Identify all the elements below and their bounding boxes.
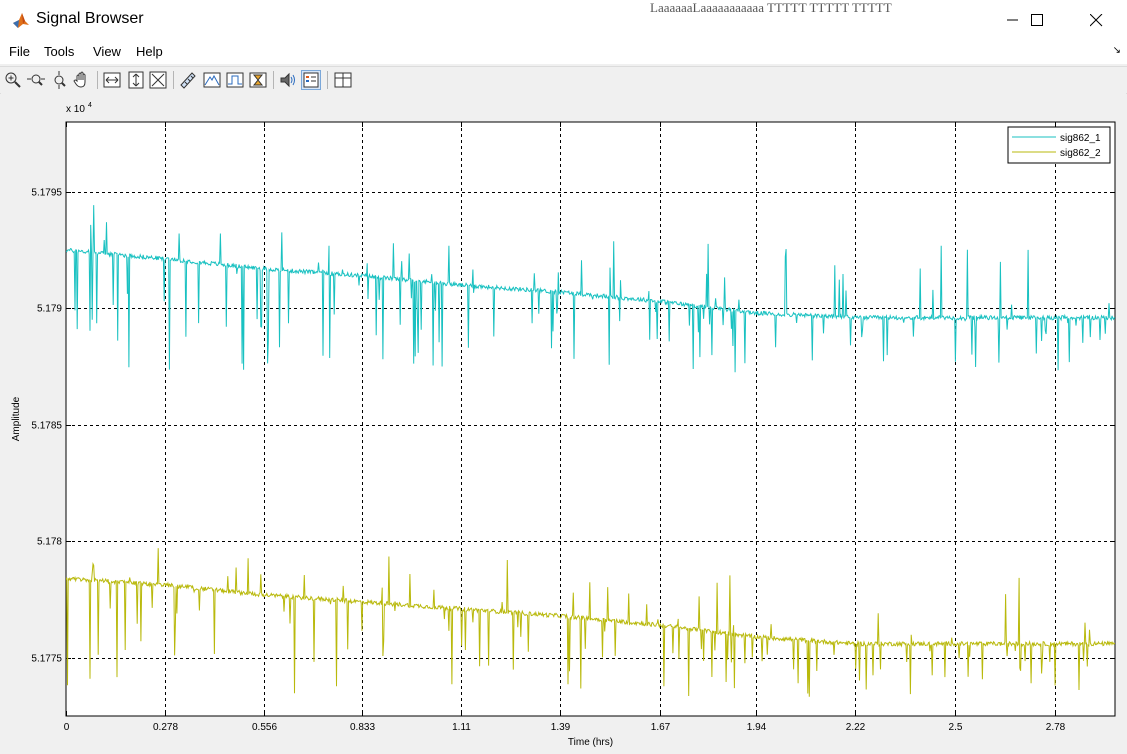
exponent-label: x 10 [66, 104, 85, 115]
zoom-x-icon[interactable] [26, 70, 46, 90]
y-axis-label: Amplitude [11, 396, 22, 441]
toolbar-separator [327, 71, 328, 89]
menu-tools[interactable]: Tools [44, 44, 74, 59]
x-tick-label: 1.94 [747, 722, 767, 733]
peak-finder-icon[interactable] [202, 70, 222, 90]
y-tick-label: 5.1785 [31, 421, 62, 432]
dock-arrow-icon[interactable]: ↘ [1113, 45, 1121, 56]
legend-entry: sig862_1 [1060, 133, 1101, 144]
signal-browser-window: Signal Browser LaaaaaaLaaaaaaaaaaa TTTTT… [0, 0, 1127, 754]
plot-area[interactable] [65, 121, 1116, 717]
legend-icon[interactable] [301, 70, 321, 90]
audio-icon[interactable] [278, 70, 298, 90]
y-tick-label: 5.1795 [31, 188, 62, 199]
toolbar-separator [173, 71, 174, 89]
window-title: Signal Browser [36, 10, 144, 27]
fit-y-icon[interactable] [126, 70, 146, 90]
x-tick-label: 0.278 [153, 722, 178, 733]
background-window-text: LaaaaaaLaaaaaaaaaaa TTTTT TTTTT TTTTT [650, 0, 892, 15]
y-tick-label: 5.1775 [31, 654, 62, 665]
x-tick-label: 2.78 [1046, 722, 1066, 733]
x-axis-label: Time (hrs) [568, 737, 613, 748]
toolbar [0, 66, 1127, 94]
legend-entry: sig862_2 [1060, 148, 1101, 159]
fit-x-icon[interactable] [102, 70, 122, 90]
toolbar-separator [97, 71, 98, 89]
fit-all-icon[interactable] [148, 70, 168, 90]
x-tick-label: 1.39 [551, 722, 571, 733]
y-tick-label: 5.179 [37, 304, 62, 315]
distortion-icon[interactable] [248, 70, 268, 90]
maximize-icon [1031, 14, 1043, 26]
toolbar-separator [273, 71, 274, 89]
close-icon [1090, 14, 1103, 27]
title-bar: Signal Browser LaaaaaaLaaaaaaaaaaa TTTTT… [0, 0, 1127, 40]
x-tick-label: 2.22 [846, 722, 866, 733]
x-tick-label: 2.5 [949, 722, 963, 733]
maximize-button[interactable] [1014, 0, 1060, 40]
close-button[interactable] [1073, 0, 1119, 40]
matlab-app-icon [13, 13, 29, 28]
zoom-y-icon[interactable] [50, 70, 70, 90]
zoom-in-icon[interactable] [3, 70, 23, 90]
x-tick-label: 1.67 [651, 722, 671, 733]
x-tick-label: 0.556 [252, 722, 277, 733]
signal-plot[interactable]: 0 0.278 0.556 0.833 1.11 1.39 1.67 1.94 2.22 2.5 2… [1, 93, 1126, 754]
y-tick-label: 5.178 [37, 537, 62, 548]
figure-area: 0 0.278 0.556 0.833 1.11 1.39 1.67 1.94 2.22 2.5 2… [1, 93, 1126, 754]
menu-view[interactable]: View [93, 44, 121, 59]
ruler-icon[interactable] [178, 70, 198, 90]
menu-help[interactable]: Help [136, 44, 163, 59]
menu-bar: File Tools View Help ↘ [0, 40, 1127, 64]
x-tick-label: 0 [64, 722, 70, 733]
layout-icon[interactable] [333, 70, 353, 90]
menu-file[interactable]: File [9, 44, 30, 59]
pan-hand-icon[interactable] [72, 70, 92, 90]
bilevel-icon[interactable] [225, 70, 245, 90]
x-tick-label: 1.11 [452, 722, 471, 733]
x-tick-label: 0.833 [350, 722, 375, 733]
exponent-power: 4 [88, 102, 92, 109]
